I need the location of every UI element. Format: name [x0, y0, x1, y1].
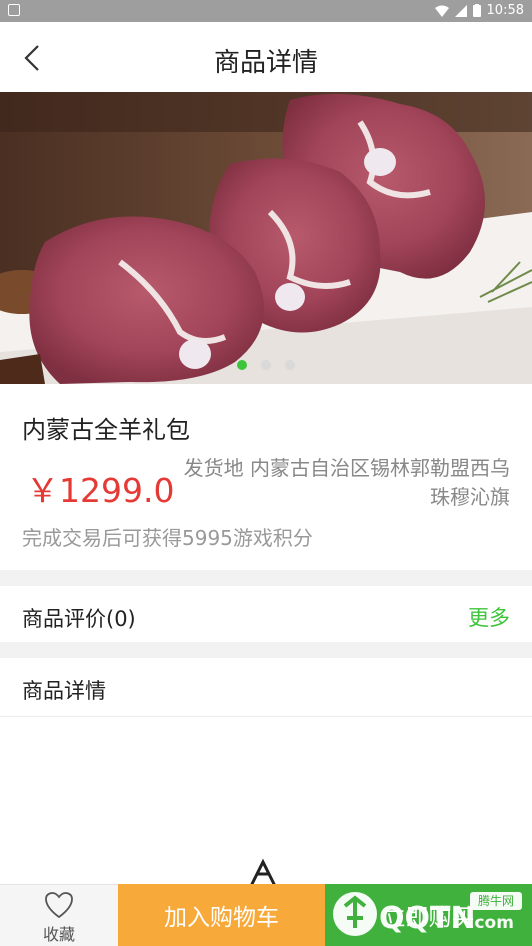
detail-content-peek: [243, 858, 283, 887]
bottom-action-bar: 收藏 加入购物车 立即购买 QQTN .com 腾牛网: [0, 884, 532, 946]
watermark-logo: QQTN .com 腾牛网: [333, 892, 522, 936]
reviews-more-link[interactable]: 更多: [468, 602, 510, 632]
points-note: 完成交易后可获得5995游戏积分: [22, 526, 313, 550]
reviews-row[interactable]: 商品评价(0) 更多: [0, 586, 532, 642]
watermark-text: QQTN: [379, 901, 476, 936]
favorite-button[interactable]: 收藏: [0, 884, 118, 946]
watermark-badge: 腾牛网: [478, 893, 514, 908]
status-time: 10:58: [486, 3, 524, 18]
watermark-domain: .com: [468, 913, 514, 933]
page-title: 商品详情: [213, 48, 318, 78]
carousel-dot[interactable]: [237, 360, 247, 370]
status-right: 10:58: [434, 3, 524, 18]
product-price: ￥1299.0: [26, 471, 175, 510]
product-image-carousel[interactable]: [0, 92, 532, 384]
buy-now-button[interactable]: 立即购买 QQTN .com 腾牛网: [325, 884, 532, 946]
wifi-icon: [434, 5, 449, 17]
carousel-dot[interactable]: [285, 360, 295, 370]
carousel-dot[interactable]: [261, 360, 271, 370]
add-to-cart-button[interactable]: 加入购物车: [118, 884, 325, 946]
section-divider: [0, 642, 532, 658]
product-photo: [0, 92, 532, 384]
reviews-label: 商品评价(0): [22, 607, 136, 631]
carousel-indicator: [0, 360, 532, 370]
product-name: 内蒙古全羊礼包: [22, 416, 190, 444]
shipping-origin: 发货地 内蒙古自治区锡林郭勒盟西乌珠穆沁旗: [183, 456, 510, 509]
top-app-bar: 商品详情: [0, 22, 532, 92]
heart-icon: [45, 892, 73, 919]
battery-icon: [472, 4, 481, 17]
section-divider: [0, 570, 532, 586]
product-info: 内蒙古全羊礼包 ￥1299.0 发货地 内蒙古自治区锡林郭勒盟西乌珠穆沁旗 完成…: [0, 384, 532, 570]
details-section-header: 商品详情: [0, 658, 532, 717]
favorite-label: 收藏: [42, 925, 75, 944]
notification-icon: [8, 4, 20, 16]
status-bar: 10:58: [0, 0, 532, 22]
signal-icon: [454, 4, 467, 17]
details-label: 商品详情: [22, 679, 106, 703]
